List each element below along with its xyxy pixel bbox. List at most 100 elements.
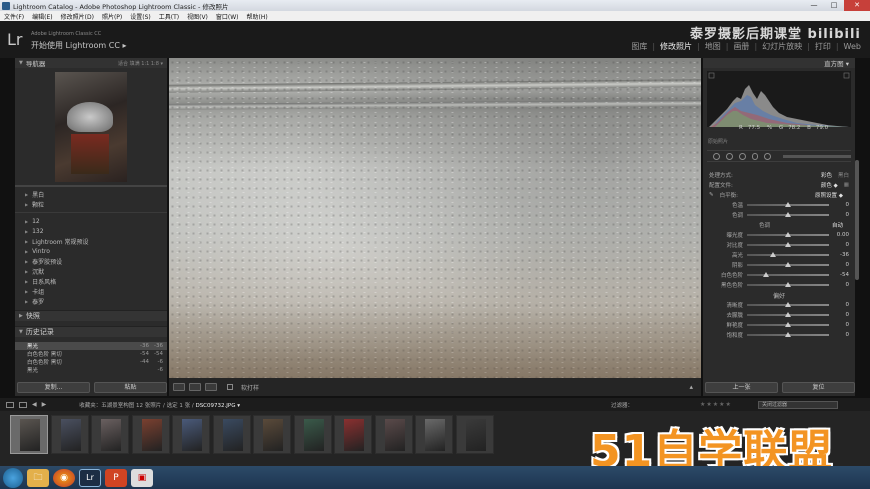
preset-folder[interactable]: ▶ 沉默 <box>15 266 167 276</box>
slider-knob[interactable] <box>785 232 791 237</box>
slider-knob[interactable] <box>785 302 791 307</box>
back-arrow-icon[interactable]: ◀ <box>32 401 37 408</box>
red-eye-icon[interactable] <box>738 152 746 160</box>
app-task[interactable]: ▣ <box>131 468 153 487</box>
slider-knob[interactable] <box>785 332 791 337</box>
spot-removal-icon[interactable] <box>725 152 733 160</box>
filmstrip-thumbnail[interactable] <box>91 415 129 454</box>
filmstrip-source[interactable]: 收藏夹：五湖景室构图 12 张照片 / 选定 1 张 / DSC09732.JP… <box>79 401 240 409</box>
collapse-icon[interactable]: ▼ <box>19 60 23 66</box>
preset-folder[interactable]: ▶ Lightroom 常规预设 <box>15 236 167 246</box>
menu-tools[interactable]: 工具(T) <box>155 12 183 21</box>
menu-photo[interactable]: 照片(P) <box>98 12 126 21</box>
slider-knob[interactable] <box>785 322 791 327</box>
filmstrip-thumbnail[interactable] <box>10 415 48 454</box>
preset-folder[interactable]: ▶ 日系风格 <box>15 276 167 286</box>
graduated-filter-icon[interactable] <box>751 152 759 160</box>
firefox-task[interactable]: ◉ <box>53 468 75 487</box>
slider-knob[interactable] <box>762 272 769 277</box>
slider-temp[interactable]: 色温 0 <box>703 200 855 210</box>
filmstrip-thumbnail[interactable] <box>253 415 291 454</box>
filmstrip-thumbnail[interactable] <box>415 415 453 454</box>
paste-settings-button[interactable]: 粘贴 <box>94 382 167 393</box>
filter-select[interactable]: 关闭过滤器 <box>758 400 838 409</box>
rating-filter[interactable]: ★★★★★ <box>700 401 732 408</box>
preset-group-bw[interactable]: ▶ 黑白 <box>15 189 167 199</box>
preset-group-grain[interactable]: ▶ 颗粒 <box>15 199 167 209</box>
filmstrip-thumbnail[interactable] <box>455 415 494 454</box>
slider-blacks[interactable]: 黑色色阶 0 <box>703 280 855 290</box>
slider-whites[interactable]: 白色色阶 -54 <box>703 270 855 280</box>
secondary-display-icon[interactable] <box>19 401 27 408</box>
filmstrip-thumbnail[interactable] <box>293 415 332 454</box>
history-item[interactable]: 黑光 -6 <box>15 366 167 374</box>
histogram-header[interactable]: 直方图 ▾ <box>703 58 855 68</box>
module-book[interactable]: 画册 <box>728 41 754 52</box>
slider-vibrance[interactable]: 鲜艳度 0 <box>703 320 855 330</box>
menu-view[interactable]: 视图(V) <box>183 12 212 21</box>
filmstrip-thumbnail[interactable] <box>131 415 170 454</box>
histogram[interactable] <box>707 71 851 127</box>
history-item[interactable]: 黑光 -36 -36 <box>15 342 167 350</box>
minimize-button[interactable]: — <box>804 0 824 11</box>
navigator-preview[interactable] <box>55 72 127 182</box>
preset-folder[interactable]: ▶ 泰罗胶预设 <box>15 256 167 266</box>
reset-button[interactable]: 复位 <box>782 382 855 393</box>
identity-plate[interactable]: 开始使用 Lightroom CC ▸ <box>31 40 126 51</box>
adjustment-brush-bar[interactable] <box>783 154 852 158</box>
navigator-zoom-options[interactable]: 适合 填满 1:1 1:8 ▾ <box>118 60 163 67</box>
profile-select[interactable]: 颜色 ◆ <box>815 181 844 189</box>
slider-clarity[interactable]: 清晰度 0 <box>703 300 855 310</box>
snapshots-header[interactable]: ▶ 快照 <box>15 310 167 321</box>
module-library[interactable]: 图库 <box>626 41 652 52</box>
slider-exposure[interactable]: 曝光度 0.00 <box>703 230 855 240</box>
module-print[interactable]: 打印 <box>810 41 836 52</box>
module-develop[interactable]: 修改照片 <box>655 41 697 52</box>
slider-highlights[interactable]: 高光 -36 <box>703 250 855 260</box>
module-slideshow[interactable]: 幻灯片放映 <box>757 41 807 52</box>
module-web[interactable]: Web <box>839 42 866 51</box>
treatment-color[interactable]: 彩色 <box>815 171 838 179</box>
menu-settings[interactable]: 设置(S) <box>126 12 155 21</box>
soft-proof-checkbox[interactable] <box>227 384 233 390</box>
wb-select[interactable]: 原照设置 ◆ <box>809 191 849 199</box>
slider-knob[interactable] <box>785 202 791 207</box>
before-after-split-icon[interactable] <box>205 383 217 391</box>
preset-folder[interactable]: ▶ 卡组 <box>15 286 167 296</box>
menu-file[interactable]: 文件(F) <box>0 12 28 21</box>
wb-eyedropper-icon[interactable]: ✎ <box>709 192 714 198</box>
lightroom-task[interactable]: Lr <box>79 468 101 487</box>
radial-filter-icon[interactable] <box>764 152 772 160</box>
before-after-icon[interactable] <box>189 383 201 391</box>
crop-tool-icon[interactable] <box>713 152 720 160</box>
slider-knob[interactable] <box>785 282 791 287</box>
history-header[interactable]: ▼ 历史记录 <box>15 326 167 337</box>
menu-window[interactable]: 窗口(W) <box>212 12 243 21</box>
loupe-view-icon[interactable] <box>173 383 185 391</box>
slider-knob[interactable] <box>785 312 791 317</box>
slider-dehaze[interactable]: 去朦胧 0 <box>703 310 855 320</box>
slider-tint[interactable]: 色调 0 <box>703 210 855 220</box>
slider-knob[interactable] <box>785 262 791 267</box>
menu-help[interactable]: 帮助(H) <box>243 12 272 21</box>
close-button[interactable]: ✕ <box>844 0 870 11</box>
history-item[interactable]: 白色色阶 黑切 -44 -6 <box>15 358 167 366</box>
profile-browser-icon[interactable]: ▦ <box>844 182 849 188</box>
slider-knob[interactable] <box>770 252 777 257</box>
menu-edit[interactable]: 编辑(E) <box>28 12 56 21</box>
toolbar-menu-icon[interactable]: ▴ <box>689 383 693 391</box>
auto-tone-button[interactable]: 自动 <box>826 221 849 229</box>
preset-folder[interactable]: ▶ 泰罗 <box>15 296 167 306</box>
preset-folder[interactable]: ▶ Vintro <box>15 246 167 256</box>
original-photo-toggle[interactable]: 原始照片 <box>708 138 728 145</box>
slider-saturation[interactable]: 饱和度 0 <box>703 330 855 340</box>
filmstrip-thumbnail[interactable] <box>334 415 372 454</box>
start-button[interactable] <box>3 467 23 488</box>
main-photo-view[interactable] <box>169 58 701 378</box>
preset-folder[interactable]: ▶ 132 <box>15 226 167 236</box>
slider-knob[interactable] <box>785 242 791 247</box>
preset-folder[interactable]: ▶ 12 <box>15 216 167 226</box>
maximize-button[interactable]: □ <box>824 0 844 11</box>
filmstrip-thumbnail[interactable] <box>212 415 251 454</box>
slider-knob[interactable] <box>785 212 791 217</box>
